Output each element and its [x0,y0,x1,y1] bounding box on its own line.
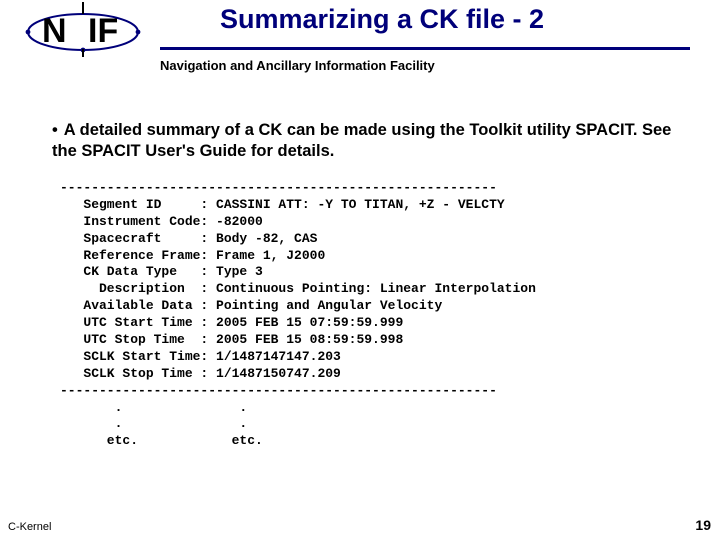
bullet-content: A detailed summary of a CK can be made u… [52,121,671,160]
slide-title: Summarizing a CK file - 2 [220,4,544,35]
header: N IF Summarizing a CK file - 2 [0,0,721,58]
bullet-text: •A detailed summary of a CK can be made … [52,120,681,161]
code-block: ----------------------------------------… [60,180,536,450]
footer-left: C-Kernel [8,521,51,533]
svg-text:N: N [42,12,67,50]
bullet-marker: • [52,121,58,139]
slide-subtitle: Navigation and Ancillary Information Fac… [160,58,435,73]
slide: N IF Summarizing a CK file - 2 Navigatio… [0,0,721,541]
title-rule [160,47,690,50]
naif-logo: N IF [18,2,148,57]
svg-text:IF: IF [88,12,118,50]
footer-right: 19 [695,517,711,533]
